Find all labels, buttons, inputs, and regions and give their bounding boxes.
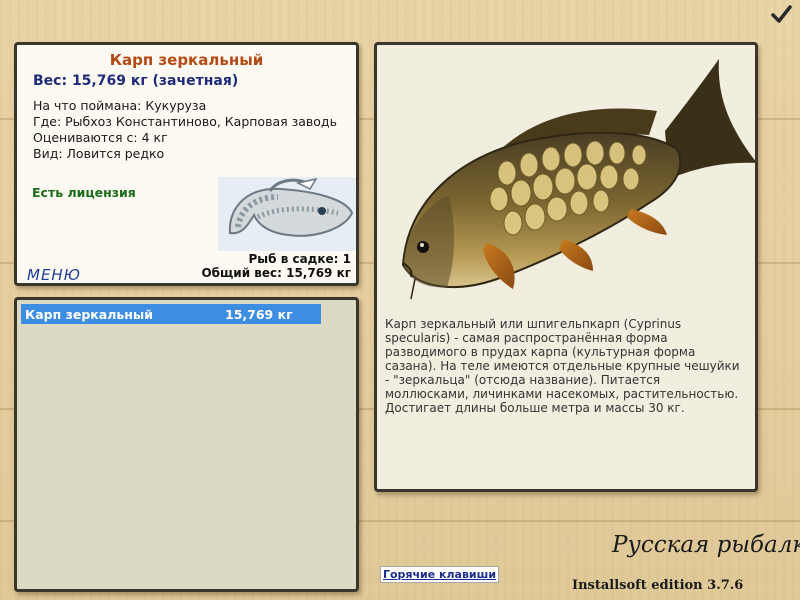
fish-title: Карп зеркальный [109,51,264,69]
fish-info-panel: Карп зеркальный Вес: 15,769 кг (зачетная… [14,42,359,286]
fish-description: Карп зеркальный или шпигельпкарп (Cyprin… [385,317,740,415]
location-text: Где: Рыбхоз Константиново, Карповая заво… [33,114,337,129]
fish-logo-icon [218,177,356,251]
game-edition: Installsoft edition 3.7.6 [572,578,744,593]
keepnet-total-weight: Общий вес: 15,769 кг [201,266,351,280]
license-status: Есть лицензия [32,185,136,200]
list-item-name: Карп зеркальный [25,306,153,322]
checkmark-icon[interactable] [770,4,792,26]
carp-image [401,59,755,300]
hotkeys-link[interactable]: Горячие клавиши [380,566,499,583]
keepnet-list-panel: Карп зеркальный 15,769 кг [14,297,359,592]
rated-from-text: Оцениваются с: 4 кг [33,130,168,145]
keepnet-count: Рыб в садке: 1 [248,252,352,266]
game-brand: Русская рыбалка [612,532,800,558]
list-item[interactable]: Карп зеркальный 15,769 кг [21,304,321,324]
fish-detail-panel: Карп зеркальный или шпигельпкарп (Cyprin… [374,42,758,492]
menu-link[interactable]: МЕНЮ [27,266,81,284]
kind-text: Вид: Ловится редко [33,146,165,161]
fish-weight: Вес: 15,769 кг (зачетная) [33,73,239,89]
list-item-weight: 15,769 кг [225,306,293,322]
caught-on-text: На что поймана: Кукуруза [33,98,207,113]
